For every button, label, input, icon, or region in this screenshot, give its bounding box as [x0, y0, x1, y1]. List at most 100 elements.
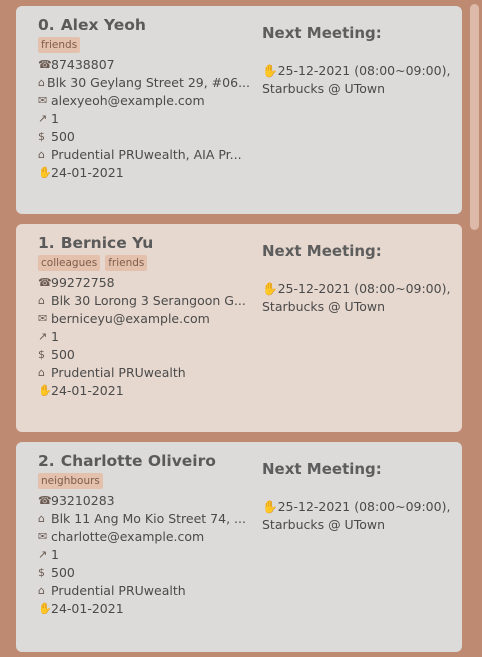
email-value: berniceyu@example.com [51, 311, 210, 326]
risk-value: 1 [51, 329, 59, 344]
bank-icon: ⌂ [38, 148, 45, 161]
risk-row: ↗ 1 [38, 110, 250, 128]
house-icon: ⌂ [38, 76, 45, 89]
policies-row: ⌂ Prudential PRUwealth [38, 582, 250, 600]
policies-value: Prudential PRUwealth, AIA Pr... [51, 147, 242, 162]
person-card[interactable]: 2. Charlotte Oliveiro neighbours ☎ 9321028… [16, 442, 462, 652]
email-row: ✉ charlotte@example.com [38, 528, 250, 546]
handshake-icon: ✋ [262, 499, 278, 514]
date-value: 24-01-2021 [51, 383, 124, 398]
tag-list: neighbours [38, 473, 250, 489]
address-value: Blk 11 Ang Mo Kio Street 74, ... [51, 511, 246, 526]
tag: friends [105, 255, 148, 271]
next-meeting-panel: Next Meeting: ✋25-12-2021 (08:00~09:00),… [262, 452, 450, 652]
income-row: $500 [38, 128, 250, 146]
person-name: Bernice Yu [60, 234, 154, 252]
tag: colleagues [38, 255, 101, 271]
person-details: 2. Charlotte Oliveiro neighbours ☎ 9321028… [38, 452, 250, 652]
person-card[interactable]: 1. Bernice Yu colleagues friends ☎ 9927275… [16, 224, 462, 432]
person-name: Charlotte Oliveiro [60, 452, 216, 470]
person-index: 1. [38, 234, 55, 252]
date-value: 24-01-2021 [51, 601, 124, 616]
date-value: 24-01-2021 [51, 165, 124, 180]
tag-list: colleagues friends [38, 255, 250, 271]
handshake-icon: ✋ [38, 166, 52, 179]
income-value: 500 [51, 129, 75, 144]
handshake-icon: ✋ [38, 384, 52, 397]
phone-value: 87438807 [51, 57, 115, 72]
phone-icon: ☎ [38, 276, 52, 289]
income-row: $500 [38, 346, 250, 364]
envelope-icon: ✉ [38, 312, 48, 325]
email-value: alexyeoh@example.com [51, 93, 205, 108]
phone-icon: ☎ [38, 494, 52, 507]
address-value: Blk 30 Lorong 3 Serangoon G... [51, 293, 246, 308]
meeting-time-row: ✋25-12-2021 (08:00~09:00), [262, 498, 450, 516]
next-meeting-title: Next Meeting: [262, 242, 382, 260]
money-bag-icon: $ [38, 348, 45, 361]
meeting-time: 25-12-2021 (08:00~09:00), [277, 499, 451, 514]
person-name: Alex Yeoh [60, 16, 146, 34]
date-row: ✋ 24-01-2021 [38, 600, 250, 618]
person-index: 2. [38, 452, 55, 470]
meeting-time: 25-12-2021 (08:00~09:00), [277, 63, 451, 78]
risk-value: 1 [51, 547, 59, 562]
phone-row: ☎ 87438807 [38, 56, 250, 74]
handshake-icon: ✋ [262, 281, 278, 296]
handshake-icon: ✋ [38, 602, 52, 615]
scrollbar[interactable] [470, 4, 479, 230]
chart-icon: ↗ [38, 548, 48, 561]
phone-row: ☎ 99272758 [38, 274, 250, 292]
address-value: Blk 30 Geylang Street 29, #06... [47, 75, 250, 90]
meeting-time-row: ✋25-12-2021 (08:00~09:00), [262, 62, 450, 80]
policies-row: ⌂ Prudential PRUwealth [38, 364, 250, 382]
person-name-row: 1. Bernice Yu [38, 234, 250, 252]
meeting-time-row: ✋25-12-2021 (08:00~09:00), [262, 280, 450, 298]
person-name-row: 0. Alex Yeoh [38, 16, 250, 34]
phone-row: ☎ 93210283 [38, 492, 250, 510]
money-bag-icon: $ [38, 566, 45, 579]
bank-icon: ⌂ [38, 584, 45, 597]
envelope-icon: ✉ [38, 94, 48, 107]
email-row: ✉ berniceyu@example.com [38, 310, 250, 328]
risk-row: ↗ 1 [38, 328, 250, 346]
income-row: $500 [38, 564, 250, 582]
email-row: ✉ alexyeoh@example.com [38, 92, 250, 110]
next-meeting-panel: Next Meeting: ✋25-12-2021 (08:00~09:00),… [262, 234, 450, 432]
address-row: ⌂ Blk 30 Geylang Street 29, #06... [38, 74, 250, 92]
person-name-row: 2. Charlotte Oliveiro [38, 452, 250, 470]
email-value: charlotte@example.com [51, 529, 205, 544]
income-value: 500 [51, 347, 75, 362]
meeting-place: Starbucks @ UTown [262, 299, 386, 314]
date-row: ✋ 24-01-2021 [38, 382, 250, 400]
next-meeting-title: Next Meeting: [262, 460, 382, 478]
meeting-place: Starbucks @ UTown [262, 517, 386, 532]
money-bag-icon: $ [38, 130, 45, 143]
address-row: ⌂ Blk 30 Lorong 3 Serangoon G... [38, 292, 250, 310]
envelope-icon: ✉ [38, 530, 48, 543]
risk-value: 1 [51, 111, 59, 126]
phone-value: 93210283 [51, 493, 115, 508]
house-icon: ⌂ [38, 512, 45, 525]
risk-row: ↗ 1 [38, 546, 250, 564]
tag: friends [38, 37, 81, 53]
policies-row: ⌂ Prudential PRUwealth, AIA Pr... [38, 146, 250, 164]
policies-value: Prudential PRUwealth [51, 583, 186, 598]
chart-icon: ↗ [38, 330, 48, 343]
chart-icon: ↗ [38, 112, 48, 125]
policies-value: Prudential PRUwealth [51, 365, 186, 380]
address-row: ⌂ Blk 11 Ang Mo Kio Street 74, ... [38, 510, 250, 528]
house-icon: ⌂ [38, 294, 45, 307]
meeting-place: Starbucks @ UTown [262, 81, 386, 96]
person-card[interactable]: 0. Alex Yeoh friends ☎ 87438807 ⌂ Blk 30 Ge… [16, 6, 462, 214]
next-meeting-panel: Next Meeting: ✋25-12-2021 (08:00~09:00),… [262, 16, 450, 214]
person-list: 0. Alex Yeoh friends ☎ 87438807 ⌂ Blk 30 Ge… [16, 6, 462, 652]
handshake-icon: ✋ [262, 63, 278, 78]
phone-icon: ☎ [38, 58, 52, 71]
next-meeting-title: Next Meeting: [262, 24, 382, 42]
phone-value: 99272758 [51, 275, 115, 290]
person-index: 0. [38, 16, 55, 34]
meeting-time: 25-12-2021 (08:00~09:00), [277, 281, 451, 296]
person-details: 1. Bernice Yu colleagues friends ☎ 9927275… [38, 234, 250, 432]
date-row: ✋ 24-01-2021 [38, 164, 250, 182]
